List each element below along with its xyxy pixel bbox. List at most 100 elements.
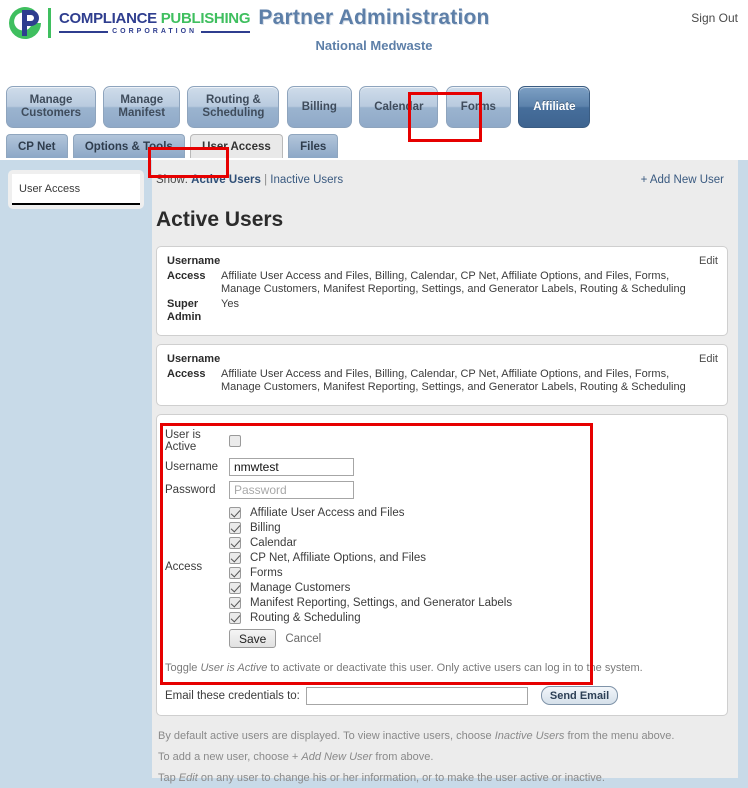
show-filter-row: Show: Active Users | Inactive Users + Ad… xyxy=(156,174,728,192)
logo-rule-right xyxy=(201,30,251,33)
tab-affiliate[interactable]: Affiliate xyxy=(518,86,591,128)
help-note-2: To add a new user, choose + Add New User… xyxy=(158,751,728,763)
page-header: COMPLIANCE PUBLISHING CORPORATION Partne… xyxy=(0,0,748,78)
access-option-label[interactable]: CP Net, Affiliate Options, and Files xyxy=(250,552,426,564)
access-option-label[interactable]: Manage Customers xyxy=(250,582,350,594)
access-checkbox-routing-scheduling[interactable] xyxy=(229,612,241,624)
user-card: Edit Username Access Affiliate User Acce… xyxy=(156,246,728,336)
access-checkbox-manifest-reporting-settings-and-generator-labels[interactable] xyxy=(229,597,241,609)
edit-user-link[interactable]: Edit xyxy=(699,353,718,365)
email-credentials-input[interactable] xyxy=(305,686,528,705)
show-active-users-link[interactable]: Active Users xyxy=(191,174,261,186)
add-new-user-link[interactable]: + Add New User xyxy=(641,174,724,186)
sub-tab-bar: CP Net Options & Tools User Access Files xyxy=(0,134,748,160)
password-input[interactable] xyxy=(229,481,354,499)
access-checkbox-calendar[interactable] xyxy=(229,537,241,549)
user-edit-form: User is Active Username Password Access … xyxy=(156,414,728,716)
subtab-files[interactable]: Files xyxy=(288,134,339,158)
main-tab-bar: Manage Customers Manage Manifest Routing… xyxy=(0,78,748,134)
toggle-note-post: to activate or deactivate this user. Onl… xyxy=(267,662,643,674)
help-note-2-post: from above. xyxy=(372,751,434,763)
help-note-3-post: on any user to change his or her informa… xyxy=(197,772,605,784)
subtab-user-access[interactable]: User Access xyxy=(190,134,283,158)
access-option-label[interactable]: Forms xyxy=(250,567,283,579)
access-option-label[interactable]: Routing & Scheduling xyxy=(250,612,361,624)
tab-routing-scheduling[interactable]: Routing & Scheduling xyxy=(187,86,280,128)
super-admin-value: Yes xyxy=(221,298,239,310)
access-options-label: Access xyxy=(165,561,203,573)
tab-billing[interactable]: Billing xyxy=(286,86,352,128)
access-options-block: Access Affiliate User Access and Files B… xyxy=(165,507,717,648)
access-option-label[interactable]: Affiliate User Access and Files xyxy=(250,507,404,519)
tab-calendar-label: Calendar xyxy=(374,100,424,113)
access-option-billing: Billing xyxy=(229,522,717,534)
access-checkbox-cp-net-affiliate-options-and-files[interactable] xyxy=(229,552,241,564)
help-note-2-pre: To add a new user, choose + xyxy=(158,751,302,763)
help-note-3-emphasis: Edit xyxy=(178,772,198,784)
access-checkbox-manage-customers[interactable] xyxy=(229,582,241,594)
email-credentials-row: Email these credentials to: Send Email xyxy=(165,686,717,705)
footer-help-notes: By default active users are displayed. T… xyxy=(156,730,728,784)
content-panel: Show: Active Users | Inactive Users + Ad… xyxy=(152,160,738,784)
save-button[interactable]: Save xyxy=(229,629,277,648)
username-field-label: Username xyxy=(165,461,219,473)
password-row: Password xyxy=(165,481,717,499)
show-separator: | xyxy=(264,174,268,186)
username-input[interactable] xyxy=(229,458,354,476)
user-username-row: Username xyxy=(167,353,717,366)
access-option-routing-scheduling: Routing & Scheduling xyxy=(229,612,717,624)
help-note-3-pre: Tap xyxy=(158,772,179,784)
compliance-c-logo-icon xyxy=(9,7,42,40)
logo-name-publishing: PUBLISHING xyxy=(160,10,251,27)
tab-manage-manifest-line2: Manifest xyxy=(118,107,166,119)
sign-out-link[interactable]: Sign Out xyxy=(691,11,738,25)
user-card: Edit Username Access Affiliate User Acce… xyxy=(156,344,728,406)
access-checkbox-billing[interactable] xyxy=(229,522,241,534)
tab-forms[interactable]: Forms xyxy=(445,86,511,128)
access-option-label[interactable]: Calendar xyxy=(250,537,297,549)
tab-routing-scheduling-line1: Routing & xyxy=(205,94,261,106)
subtab-options-tools[interactable]: Options & Tools xyxy=(72,134,185,158)
help-note-1: By default active users are displayed. T… xyxy=(158,730,728,742)
tab-billing-label: Billing xyxy=(301,100,337,113)
sidebar-item-user-access[interactable]: User Access xyxy=(12,174,140,205)
section-title: Active Users xyxy=(156,208,284,231)
cancel-link[interactable]: Cancel xyxy=(285,633,321,645)
user-is-active-checkbox[interactable] xyxy=(229,435,241,447)
tab-calendar[interactable]: Calendar xyxy=(359,86,439,128)
edit-user-link[interactable]: Edit xyxy=(699,255,718,267)
user-username-row: Username xyxy=(167,255,717,268)
email-credentials-label: Email these credentials to: xyxy=(165,689,300,702)
tab-manage-customers[interactable]: Manage Customers xyxy=(6,86,97,128)
tab-forms-label: Forms xyxy=(460,100,496,113)
access-option-forms: Forms xyxy=(229,567,717,579)
tab-manage-manifest[interactable]: Manage Manifest xyxy=(103,86,181,128)
username-value xyxy=(221,255,717,268)
access-checkbox-affiliate-user-access-and-files[interactable] xyxy=(229,507,241,519)
show-label: Show: xyxy=(156,174,188,186)
send-email-button[interactable]: Send Email xyxy=(540,686,619,705)
sidebar: User Access xyxy=(8,170,144,209)
access-option-manifest-reporting-settings-and-generator-labels: Manifest Reporting, Settings, and Genera… xyxy=(229,597,717,609)
user-access-row: Access Affiliate User Access and Files, … xyxy=(167,368,717,394)
user-access-row: Access Affiliate User Access and Files, … xyxy=(167,270,717,296)
user-is-active-row: User is Active xyxy=(165,429,717,453)
logo-rule-left xyxy=(59,30,109,33)
tab-routing-scheduling-line2: Scheduling xyxy=(202,107,265,119)
logo-wordmark: COMPLIANCE PUBLISHING CORPORATION xyxy=(59,10,251,35)
subtab-cp-net[interactable]: CP Net xyxy=(6,134,68,158)
show-inactive-users-link[interactable]: Inactive Users xyxy=(270,174,343,186)
access-option-label[interactable]: Manifest Reporting, Settings, and Genera… xyxy=(250,597,512,609)
access-checkbox-forms[interactable] xyxy=(229,567,241,579)
form-actions: Save Cancel xyxy=(229,629,717,648)
logo-name-corporation: CORPORATION xyxy=(112,28,198,35)
toggle-note-pre: Toggle xyxy=(165,662,201,674)
access-option-label[interactable]: Billing xyxy=(250,522,281,534)
access-label: Access xyxy=(167,270,206,282)
super-admin-label: Super Admin xyxy=(167,298,202,323)
help-note-2-emphasis: Add New User xyxy=(301,751,373,763)
username-label: Username xyxy=(167,255,221,267)
logo-name-compliance: COMPLIANCE xyxy=(59,10,161,27)
toggle-note-emphasis: User is Active xyxy=(200,662,268,674)
brand-logo: COMPLIANCE PUBLISHING CORPORATION xyxy=(8,6,251,40)
